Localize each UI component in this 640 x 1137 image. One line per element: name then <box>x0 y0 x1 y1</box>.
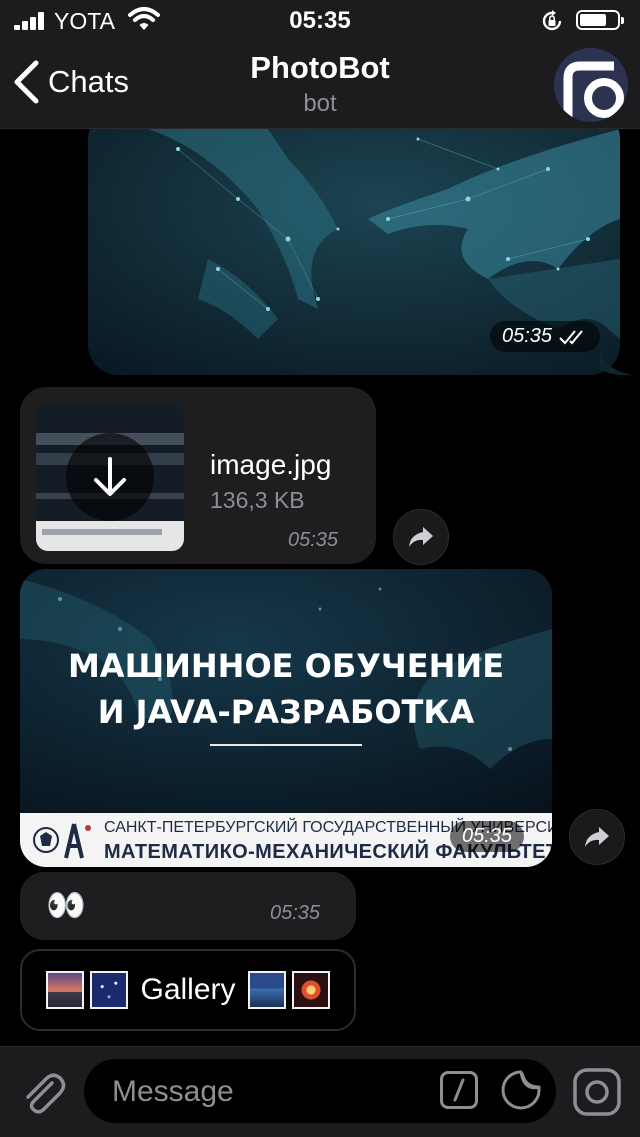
sticker-icon[interactable] <box>500 1069 542 1111</box>
paperclip-icon[interactable] <box>18 1069 66 1117</box>
chat-title[interactable]: PhotoBot <box>0 50 640 86</box>
message-time: 05:35 <box>270 902 321 924</box>
message-time: 05:35 <box>450 821 525 852</box>
download-arrow-icon <box>94 457 126 496</box>
download-button[interactable] <box>66 433 154 521</box>
input-bar <box>0 1046 640 1137</box>
chat-subtitle: bot <box>303 90 337 117</box>
city-night-icon <box>247 971 286 1009</box>
file-thumbnail[interactable] <box>36 403 184 551</box>
message-time: 05:35 <box>288 529 339 551</box>
file-size: 136,3 KB <box>210 487 305 513</box>
double-check-icon <box>558 330 583 345</box>
camera-logo-icon <box>554 48 628 122</box>
share-forward-icon <box>585 827 609 847</box>
nav-bar: Chats PhotoBot bot <box>0 40 640 129</box>
banner-title-line1: МАШИННОЕ ОБУЧЕНИЕ <box>67 647 505 685</box>
share-button[interactable] <box>393 509 449 565</box>
banner-title-line2: И JAVA-РАЗРАБОТКА <box>97 693 475 731</box>
gallery-button[interactable]: Gallery <box>20 949 356 1031</box>
banner-divider <box>210 744 362 746</box>
emoji-message[interactable]: 👀 05:35 <box>20 872 356 940</box>
fireworks-icon <box>291 971 330 1009</box>
share-button[interactable] <box>569 809 625 865</box>
file-message[interactable]: image.jpg 136,3 KB 05:35 <box>20 387 376 564</box>
message-input[interactable] <box>110 1059 414 1125</box>
outgoing-photo-message[interactable]: 05:35 <box>88 129 620 375</box>
camera-icon[interactable] <box>572 1067 622 1117</box>
slash-command-button[interactable] <box>440 1071 478 1109</box>
status-bar: YOTA 05:35 <box>0 0 640 40</box>
university-logo-icon <box>33 823 91 859</box>
slash-command-icon <box>453 1078 465 1102</box>
banner-photo-message[interactable]: МАШИННОЕ ОБУЧЕНИЕ И JAVA-РАЗРАБОТКА САНК… <box>20 569 552 867</box>
night-sky-icon <box>90 971 129 1009</box>
bubble-tail <box>600 351 634 376</box>
rotation-lock-icon <box>542 10 562 31</box>
battery-icon <box>576 10 624 30</box>
message-time: 05:35 <box>490 321 600 352</box>
message-list[interactable]: 05:35 image.jpg 136,3 KB 05:35 МАШИННОЕ … <box>0 129 640 1046</box>
file-name: image.jpg <box>210 449 332 480</box>
emoji-text: 👀 <box>46 887 86 923</box>
share-forward-icon <box>409 527 433 547</box>
mountain-icon <box>46 971 85 1009</box>
avatar[interactable] <box>554 48 628 122</box>
banner-background-image <box>20 569 552 813</box>
gallery-label: Gallery <box>140 973 236 1006</box>
message-field[interactable] <box>84 1059 556 1125</box>
